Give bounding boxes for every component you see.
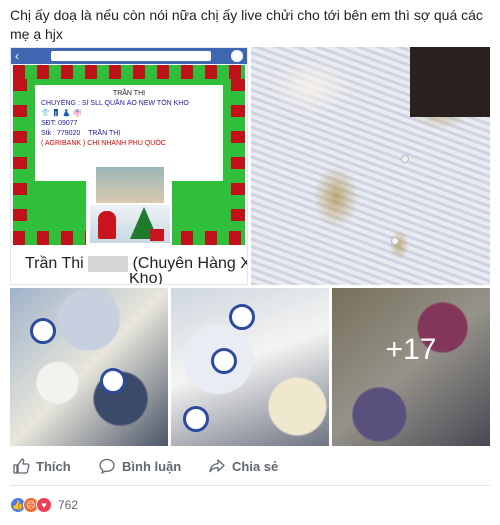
like-label: Thích xyxy=(36,458,71,474)
card-clothes-icons: 👕 👖 👗 👘 xyxy=(41,110,82,117)
card-name: TRẦN THỊ xyxy=(112,90,146,97)
fb-search-box xyxy=(51,51,211,61)
profile-name-line2: Kho) xyxy=(129,273,163,285)
card-phone: SĐT: 09077 xyxy=(41,120,78,127)
like-button[interactable]: Thích xyxy=(12,457,71,475)
share-button[interactable]: Chia sẻ xyxy=(208,457,278,475)
school-badge-icon xyxy=(211,348,237,374)
photo-grid: ‹ TRẦN THỊ CHUYÊNG : SỈ SLL QUẦN ÁO NEW … xyxy=(10,47,490,446)
post-text: Chị ấy doạ là nếu còn nói nữa chị ấy liv… xyxy=(10,7,483,42)
share-icon xyxy=(209,459,225,473)
avatar-photo xyxy=(96,167,164,203)
reaction-count: 762 xyxy=(58,498,79,512)
photo-clothes-pile-2[interactable] xyxy=(171,288,329,446)
card-account: Stk : 779020 TRẦN THỊ xyxy=(41,129,217,139)
gift-icon xyxy=(150,229,164,241)
dark-fabric xyxy=(410,47,490,117)
post-actions: Thích Bình luận Chia sẻ xyxy=(0,452,500,482)
photo-stained-shirt[interactable] xyxy=(251,47,490,285)
thumbs-up-icon xyxy=(13,458,30,474)
profile-name-prefix: Trần Thi xyxy=(25,255,84,272)
card-bank: ( AGRIBANK ) CHI NHÁNH PHÚ QUỐC xyxy=(41,140,166,147)
messenger-icon xyxy=(231,50,243,62)
school-badge-icon xyxy=(30,318,56,344)
card-account-number: Stk : 779020 xyxy=(41,130,81,137)
card-account-name: TRẦN THỊ xyxy=(88,130,121,137)
photo-profile-screenshot[interactable]: ‹ TRẦN THỊ CHUYÊNG : SỈ SLL QUẦN ÁO NEW … xyxy=(10,47,248,285)
santa-icon xyxy=(98,211,116,239)
school-badge-icon xyxy=(100,368,126,394)
photo-clothes-pile-1[interactable] xyxy=(10,288,168,446)
avatar xyxy=(86,163,172,246)
school-badge-icon xyxy=(183,406,209,432)
back-arrow-icon: ‹ xyxy=(15,49,19,63)
shirt-button xyxy=(401,155,409,163)
rose-border-right xyxy=(231,79,245,229)
profile-name: Trần Thi (Chuyên Hàng Xã Kho) xyxy=(25,255,248,285)
christmas-image xyxy=(90,205,170,243)
comment-label: Bình luận xyxy=(122,458,182,474)
more-photos-count[interactable]: +17 xyxy=(332,288,490,446)
fb-header-bar: ‹ xyxy=(11,48,247,64)
love-reaction-icon: ♥ xyxy=(36,497,52,513)
shirt-button xyxy=(391,237,399,245)
profile-name-suffix: (Chuyên Hàng Xã xyxy=(132,255,248,272)
photo-clothes-pile-3[interactable]: +17 xyxy=(332,288,490,446)
comment-button[interactable]: Bình luận xyxy=(98,457,181,475)
blurred-name xyxy=(88,255,129,272)
school-badge-icon xyxy=(229,304,255,330)
reactions-summary[interactable]: 👍 ☹ ♥ 762 xyxy=(10,497,78,513)
comment-icon xyxy=(99,458,115,474)
divider xyxy=(10,485,490,486)
rose-border-left xyxy=(13,79,27,229)
card-specialty: CHUYÊNG : SỈ SLL QUẦN ÁO NEW TỒN KHO xyxy=(41,100,189,107)
share-label: Chia sẻ xyxy=(232,458,279,474)
rose-border-top xyxy=(13,65,245,79)
